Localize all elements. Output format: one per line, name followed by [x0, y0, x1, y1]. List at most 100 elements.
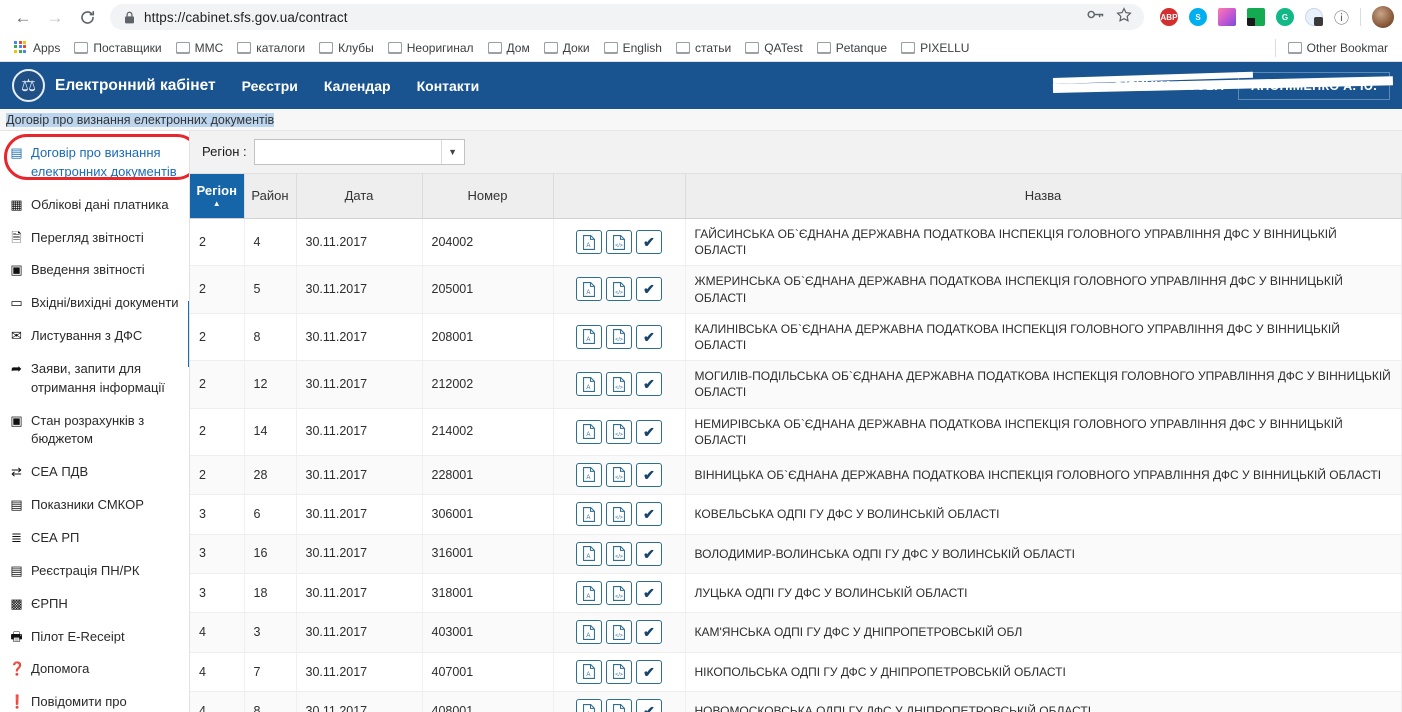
pdf-document-icon[interactable]: A — [576, 699, 602, 712]
header-nav-registries[interactable]: Реєстри — [242, 78, 298, 94]
table-row[interactable]: 2 14 30.11.2017 214002 A </> ✔ НЕМИРІВСЬКА ОБ`Є… — [190, 408, 1402, 456]
bookmark-item[interactable]: Клубы — [313, 38, 380, 58]
bookmark-item[interactable]: Неоригинал — [382, 38, 480, 58]
gradient-extension-icon[interactable] — [1217, 8, 1236, 26]
bookmark-item[interactable]: каталоги — [231, 38, 311, 58]
check-mark-icon[interactable]: ✔ — [636, 581, 662, 605]
info-extension-icon[interactable]: ⓘ — [1334, 7, 1349, 28]
pdf-document-icon[interactable]: A — [576, 324, 602, 349]
chevron-down-icon[interactable]: ▼ — [440, 139, 464, 164]
column-header-district[interactable]: Район — [244, 173, 297, 219]
check-mark-icon[interactable]: ✔ — [636, 230, 662, 254]
other-bookmarks-item[interactable]: Other Bookmar — [1282, 38, 1394, 58]
check-mark-icon[interactable]: ✔ — [636, 462, 662, 487]
table-row[interactable]: 2 4 30.11.2017 204002 A </> ✔ ГАЙСИНСЬКА ОБ`ЄДН… — [190, 218, 1402, 267]
skype-extension-icon[interactable]: S — [1188, 8, 1207, 26]
check-mark-icon[interactable]: ✔ — [636, 502, 662, 527]
check-mark-icon[interactable]: ✔ — [636, 699, 662, 712]
xml-document-icon[interactable]: </> — [606, 372, 632, 397]
table-row[interactable]: 2 12 30.11.2017 212002 A </> ✔ МОГИЛІВ-ПОДІЛЬСЬ… — [190, 360, 1402, 409]
pdf-document-icon[interactable]: A — [576, 419, 602, 444]
bookmark-item[interactable]: English — [598, 38, 668, 58]
pdf-document-icon[interactable]: A — [576, 659, 602, 684]
column-header-region[interactable]: Регіон ▲ — [190, 173, 245, 219]
xml-document-icon[interactable]: </> — [606, 502, 632, 527]
sidebar-item-registration[interactable]: ▤ Реєстрація ПН/РК — [0, 555, 189, 588]
sidebar-item-correspondence[interactable]: ✉ Листування з ДФС — [0, 320, 189, 353]
xml-document-icon[interactable]: </> — [606, 419, 632, 444]
bookmark-item[interactable]: Petanque — [811, 38, 893, 58]
bookmark-item[interactable]: Поставщики — [68, 38, 167, 58]
table-row[interactable]: 3 18 30.11.2017 318001 A </> ✔ ЛУЦЬКА ОДПІ ГУ Д… — [190, 573, 1402, 614]
pdf-document-icon[interactable]: A — [576, 277, 602, 302]
table-row[interactable]: 2 5 30.11.2017 205001 A </> ✔ ЖМЕРИНСЬКА ОБ`ЄДН… — [190, 265, 1402, 314]
table-row[interactable]: 3 6 30.11.2017 306001 A </> ✔ КОВЕЛЬСЬКА ОДПІ Г… — [190, 494, 1402, 535]
pdf-document-icon[interactable]: A — [576, 502, 602, 527]
sidebar-item-erpn[interactable]: ▩ ЄРПН — [0, 588, 189, 621]
bookmark-item[interactable]: QATest — [739, 38, 808, 58]
header-nav-contacts[interactable]: Контакти — [417, 78, 480, 94]
table-row[interactable]: 2 8 30.11.2017 208001 A </> ✔ КАЛИНІВСЬКА ОБ`ЄД… — [190, 313, 1402, 362]
xml-document-icon[interactable]: </> — [606, 659, 632, 684]
xml-document-icon[interactable]: </> — [606, 581, 632, 605]
xml-document-icon[interactable]: </> — [606, 324, 632, 349]
sidebar-item-sea-pdv[interactable]: ⇄ СЕА ПДВ — [0, 456, 189, 489]
region-select[interactable]: ▼ — [253, 138, 465, 165]
check-mark-icon[interactable]: ✔ — [636, 620, 662, 645]
column-header-number[interactable]: Номер — [422, 173, 554, 219]
key-icon[interactable] — [1087, 8, 1104, 26]
sidebar-item-report-entry[interactable]: ▣ Введення звітності — [0, 254, 189, 287]
header-nav-calendar[interactable]: Календар — [324, 78, 391, 94]
bookmark-item[interactable]: MMC — [170, 38, 230, 58]
sidebar-item-smkor[interactable]: ▤ Показники СМКОР — [0, 489, 189, 522]
table-row[interactable]: 3 16 30.11.2017 316001 A </> ✔ ВОЛОДИМИР-ВОЛИНС… — [190, 534, 1402, 575]
bookmark-item[interactable]: Доки — [538, 38, 596, 58]
pdf-document-icon[interactable]: A — [576, 462, 602, 487]
apps-shortcut[interactable]: Apps — [8, 38, 66, 58]
table-scroll-area[interactable]: Регіон ▲ Район Дата Номер Назва 2 4 30.11.… — [190, 173, 1402, 712]
check-mark-icon[interactable]: ✔ — [636, 659, 662, 684]
star-icon[interactable] — [1116, 6, 1132, 28]
bookmark-item[interactable]: Дом — [482, 38, 536, 58]
column-header-name[interactable]: Назва — [685, 173, 1402, 219]
table-row[interactable]: 2 28 30.11.2017 228001 A </> ✔ ВІННИЦЬКА ОБ`ЄДН… — [190, 455, 1402, 496]
pdf-document-icon[interactable]: A — [576, 372, 602, 397]
check-mark-icon[interactable]: ✔ — [636, 324, 662, 349]
bookmark-item[interactable]: PIXELLU — [895, 38, 975, 58]
sidebar-item-report-view[interactable]: 🗎 Перегляд звітності — [0, 222, 189, 255]
abp-extension-icon[interactable]: ABP — [1159, 8, 1178, 26]
pdf-document-icon[interactable]: A — [576, 620, 602, 645]
check-mark-icon[interactable]: ✔ — [636, 419, 662, 444]
xml-document-icon[interactable]: </> — [606, 699, 632, 712]
sidebar-item-requests[interactable]: ➦ Заяви, запити для отримання інформації — [0, 353, 189, 405]
xml-document-icon[interactable]: </> — [606, 277, 632, 302]
bookmark-item[interactable]: статьи — [670, 38, 737, 58]
table-row[interactable]: 4830.11.2017408001 A </> ✔ НОВОМОСКОВСЬКА ОД… — [190, 691, 1402, 712]
address-bar[interactable]: https://cabinet.sfs.gov.ua/contract — [110, 4, 1144, 30]
pdf-document-icon[interactable]: A — [576, 581, 602, 605]
sidebar-item-report-issue[interactable]: ❗ Повідомити про — [0, 686, 189, 712]
xml-document-icon[interactable]: </> — [606, 230, 632, 254]
xml-document-icon[interactable]: </> — [606, 620, 632, 645]
sidebar-item-budget-settlements[interactable]: ▣ Стан розрахунків з бюджетом — [0, 405, 189, 457]
sidebar-item-sea-rp[interactable]: ≣ СЕА РП — [0, 522, 189, 555]
sidebar-item-contract[interactable]: ▤ Договір про визнання електронних докум… — [0, 137, 189, 189]
pdf-document-icon[interactable]: A — [576, 230, 602, 254]
back-arrow-icon[interactable]: ← — [8, 2, 38, 32]
profile-avatar[interactable] — [1372, 6, 1394, 28]
pdf-document-icon[interactable]: A — [576, 541, 602, 566]
check-mark-icon[interactable]: ✔ — [636, 277, 662, 302]
check-mark-icon[interactable]: ✔ — [636, 541, 662, 566]
xml-document-icon[interactable]: </> — [606, 541, 632, 566]
forward-arrow-icon[interactable]: → — [40, 2, 70, 32]
sidebar-item-payer-data[interactable]: ▦ Облікові дані платника — [0, 189, 189, 222]
green-arrow-extension-icon[interactable] — [1246, 8, 1265, 26]
column-header-date[interactable]: Дата — [296, 173, 423, 219]
sidebar-item-inout-documents[interactable]: ▭ Вхідні/вихідні документи — [0, 287, 189, 320]
check-mark-icon[interactable]: ✔ — [636, 372, 662, 397]
reload-icon[interactable] — [72, 2, 102, 32]
sidebar-item-help[interactable]: ❓ Допомога — [0, 653, 189, 686]
shield-lock-extension-icon[interactable] — [1304, 8, 1323, 26]
xml-document-icon[interactable]: </> — [606, 462, 632, 487]
sfs-emblem-logo[interactable]: ⚖ — [12, 69, 45, 102]
